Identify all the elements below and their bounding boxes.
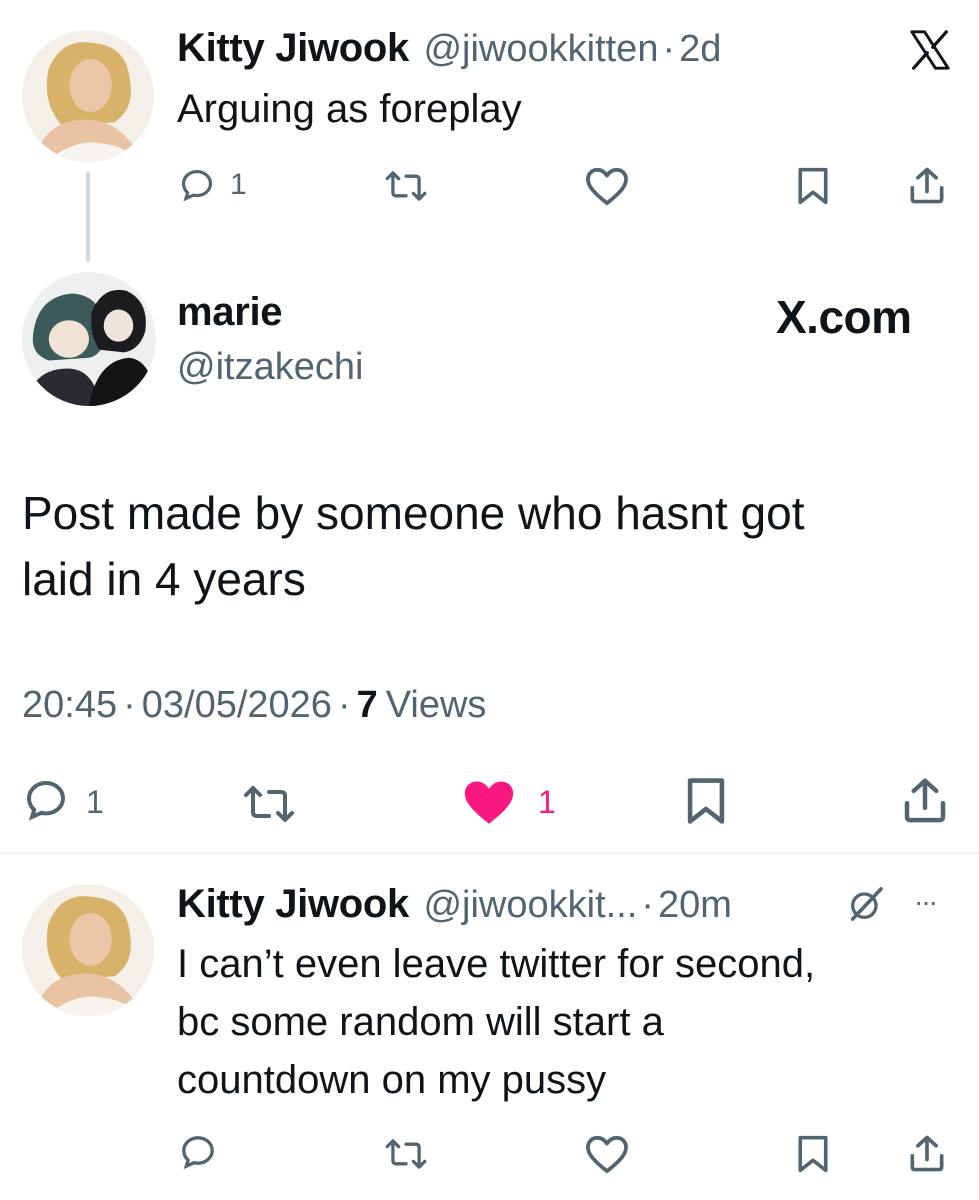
post1-display-name[interactable]: Kitty Jiwook — [177, 26, 409, 70]
share-icon[interactable] — [898, 774, 952, 828]
post2-meta: 20:45 · 03/05/2026 · 7 Views — [22, 684, 486, 727]
like-icon[interactable] — [584, 166, 630, 206]
post-divider — [0, 852, 979, 854]
repost-icon[interactable] — [242, 782, 296, 826]
post1-header: Kitty Jiwook @jiwookkitten · 2d — [177, 26, 721, 71]
post3-text: I can’t even leave twitter for second, b… — [177, 935, 815, 1109]
meta-separator: · — [123, 684, 136, 726]
post1-separator: · — [662, 28, 676, 70]
post3-separator: · — [641, 884, 654, 926]
post3-text-line3: countdown on my pussy — [177, 1058, 607, 1102]
x-logo-icon[interactable] — [908, 30, 952, 70]
post2-reply-count: 1 — [86, 784, 104, 820]
post1-timestamp[interactable]: 2d — [679, 28, 721, 70]
share-icon[interactable] — [905, 164, 949, 208]
bookmark-icon[interactable] — [684, 776, 728, 826]
post1-reply-count: 1 — [230, 168, 247, 201]
post2-text-line1: Post made by someone who hasnt got — [22, 487, 805, 539]
post2-views-label[interactable]: Views — [386, 684, 487, 726]
post2-text: Post made by someone who hasnt got laid … — [22, 480, 804, 612]
avatar-kitty-jiwook[interactable] — [22, 884, 154, 1016]
post2-handle[interactable]: @itzakechi — [177, 346, 363, 389]
meta-separator: · — [337, 684, 351, 726]
liked-heart-icon[interactable] — [460, 776, 518, 828]
post2-like-count: 1 — [538, 784, 556, 820]
post2-views-count: 7 — [356, 684, 378, 726]
grok-icon[interactable] — [846, 884, 886, 924]
share-icon[interactable] — [905, 1132, 949, 1176]
reply-icon[interactable] — [22, 776, 70, 824]
reply-icon[interactable] — [178, 1132, 218, 1172]
post2-display-name[interactable]: marie — [177, 290, 283, 335]
post3-handle[interactable]: @jiwookkit... — [423, 884, 637, 926]
x-com-label[interactable]: X.com — [776, 290, 912, 344]
more-options-icon[interactable]: ··· — [914, 886, 938, 918]
avatar-marie[interactable] — [22, 272, 156, 406]
thread-connector-line — [86, 172, 90, 262]
avatar-kitty-jiwook[interactable] — [22, 30, 154, 162]
post1-text: Arguing as foreplay — [177, 87, 522, 131]
reply-icon[interactable] — [178, 166, 216, 204]
post3-text-line1: I can’t even leave twitter for second, — [177, 942, 816, 986]
post3-display-name[interactable]: Kitty Jiwook — [177, 882, 409, 926]
post3-text-line2: bc some random will start a — [177, 1000, 664, 1044]
post2-date[interactable]: 03/05/2026 — [142, 684, 332, 726]
like-icon[interactable] — [584, 1134, 630, 1174]
post1-handle[interactable]: @jiwookkitten — [423, 28, 658, 70]
bookmark-icon[interactable] — [795, 1134, 831, 1174]
post3-header: Kitty Jiwook @jiwookkit... · 20m — [177, 882, 732, 927]
bookmark-icon[interactable] — [795, 166, 831, 206]
post2-time[interactable]: 20:45 — [22, 684, 117, 726]
post3-timestamp[interactable]: 20m — [658, 884, 732, 926]
post2-text-line2: laid in 4 years — [22, 553, 306, 605]
repost-icon[interactable] — [384, 168, 428, 204]
repost-icon[interactable] — [384, 1136, 428, 1172]
